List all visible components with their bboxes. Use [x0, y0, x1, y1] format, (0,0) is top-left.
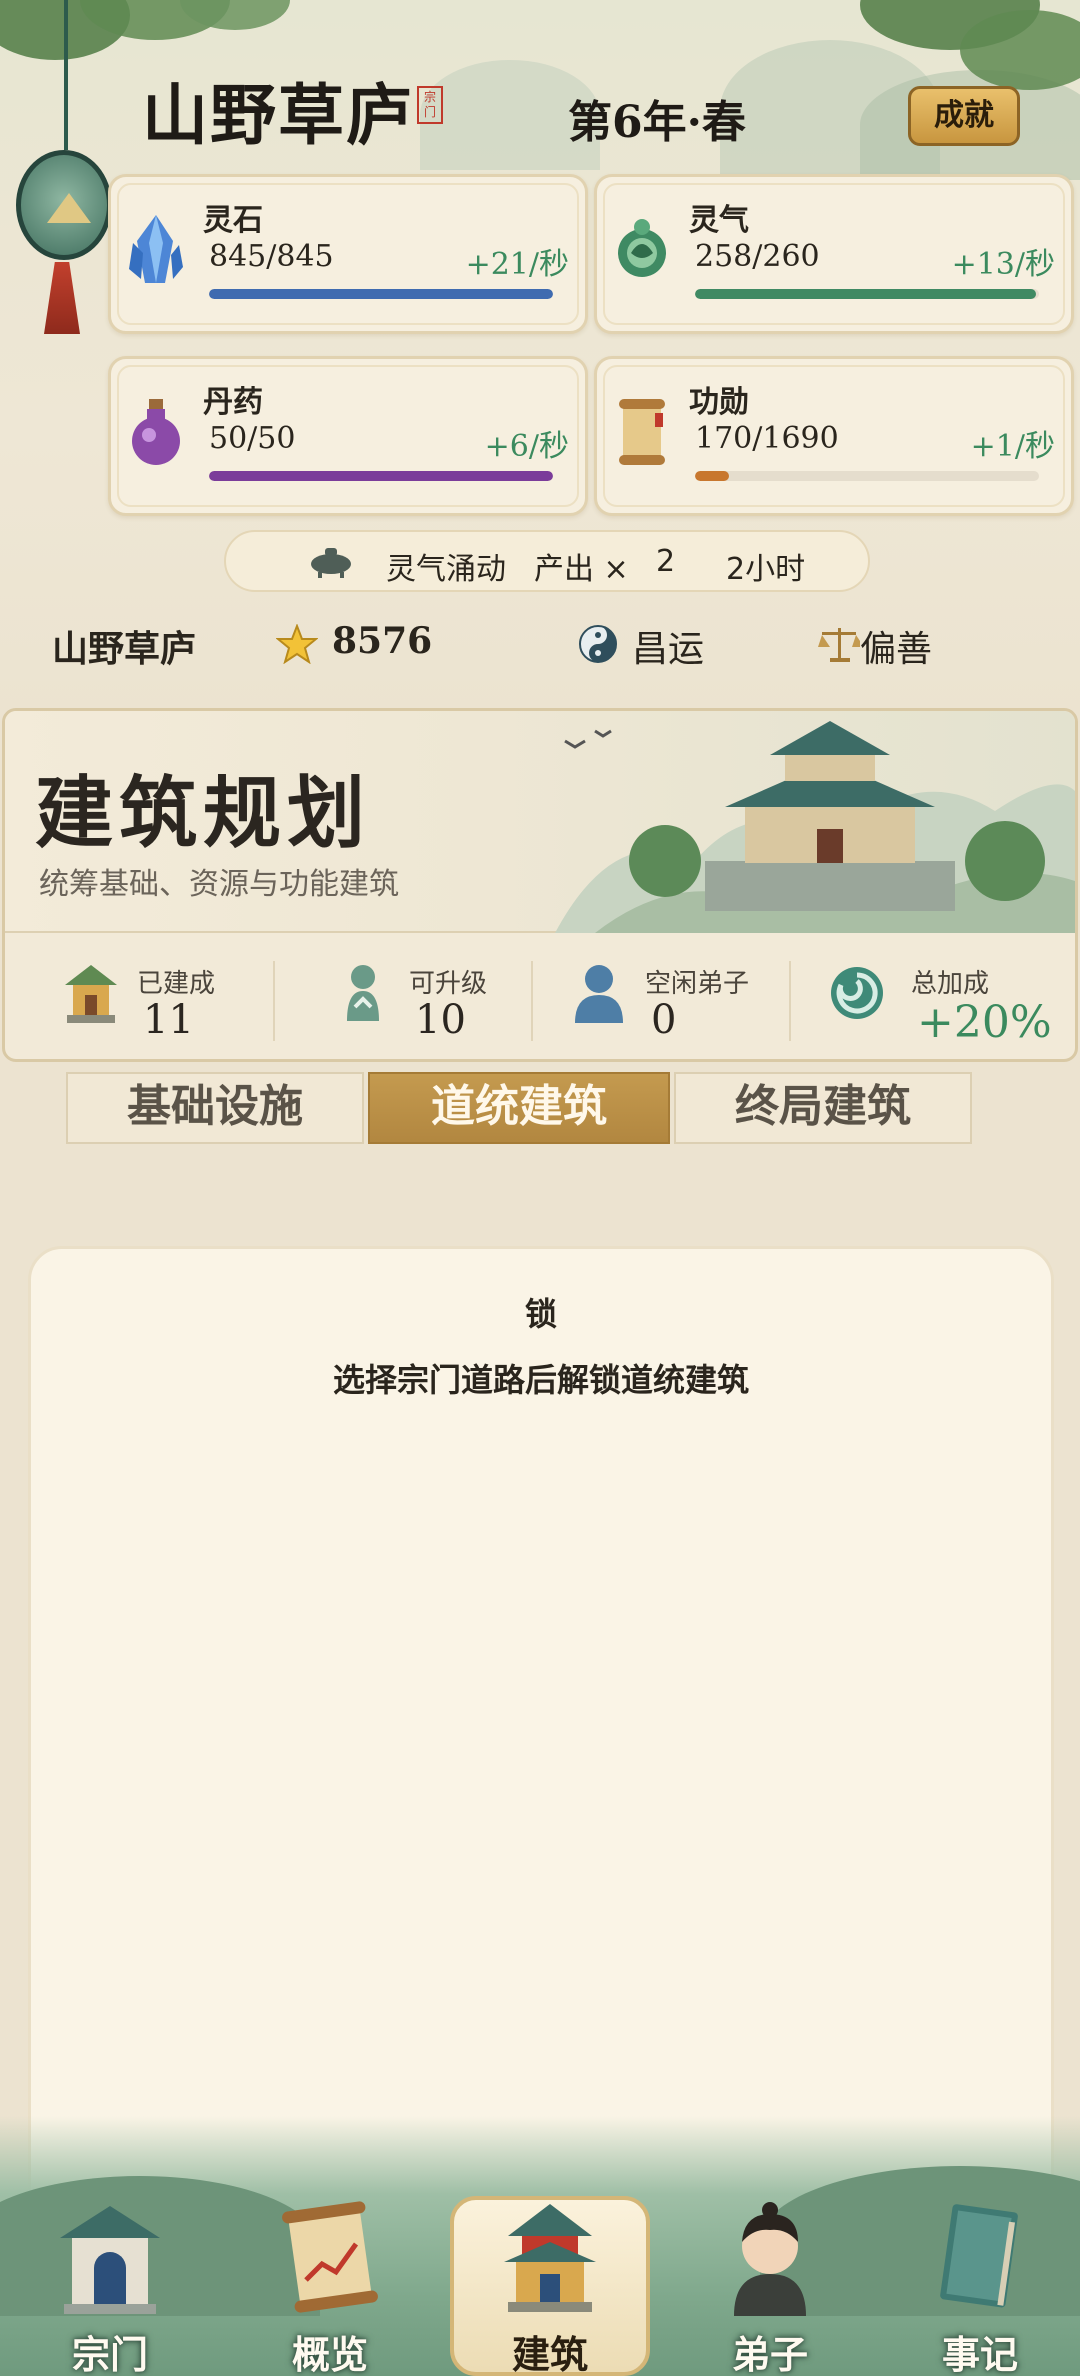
stat-value: +20%	[917, 997, 1052, 1048]
nav-chronicle[interactable]: 事记	[880, 2190, 1080, 2376]
achievement-button[interactable]: 成就	[908, 86, 1020, 146]
nav-buildings[interactable]: 建筑	[450, 2190, 650, 2376]
stat-value: 11	[143, 997, 194, 1043]
resource-rate: +21/秒	[465, 247, 569, 282]
scales-icon	[818, 628, 860, 662]
buff-name: 灵气涌动	[386, 552, 506, 587]
sect-score: 8576	[332, 620, 433, 662]
resource-card-pills[interactable]: 丹药 50/50 +6/秒	[108, 356, 588, 516]
resource-name: 灵石	[203, 203, 263, 238]
yin-yang-icon	[579, 625, 617, 663]
fortune-status: 昌运	[632, 629, 705, 670]
nav-label: 概览	[291, 2332, 368, 2376]
stat-label: 已建成	[137, 969, 216, 999]
buff-multiplier: 2	[656, 544, 676, 579]
stat-idle-disciples: 空闲弟子 0	[569, 945, 769, 1055]
banner-subtitle: 统筹基础、资源与功能建筑	[39, 867, 399, 902]
nav-sect[interactable]: 宗门	[10, 2190, 210, 2376]
qi-orb-icon	[618, 219, 666, 277]
resource-progress	[209, 289, 553, 299]
stat-value: 0	[651, 997, 677, 1043]
pavilion-icon	[65, 965, 117, 1023]
stat-total-bonus: 总加成 +20%	[827, 945, 1067, 1055]
resource-rate: +6/秒	[484, 429, 569, 464]
potion-icon	[132, 399, 180, 465]
sect-name: 山野草庐	[52, 629, 197, 670]
resource-name: 功勋	[689, 385, 749, 420]
tab-lineage-buildings[interactable]: 道统建筑	[368, 1072, 670, 1144]
nav-label: 事记	[941, 2332, 1018, 2376]
star-icon	[276, 624, 318, 664]
disciple-icon	[734, 2202, 806, 2316]
scroll-icon	[619, 399, 665, 465]
lock-title: 锁	[524, 1295, 557, 1333]
resource-progress	[695, 471, 1039, 481]
censer-icon	[311, 548, 351, 578]
upgrade-icon	[347, 965, 379, 1021]
stat-upgradable: 可升级 10	[333, 945, 533, 1055]
resource-rate: +1/秒	[970, 429, 1055, 464]
resource-amount: 258/260	[695, 239, 820, 274]
crystal-icon	[129, 215, 183, 283]
banner-title: 建筑规划	[35, 768, 372, 859]
active-buff[interactable]: 灵气涌动 产出 × 2 2小时	[224, 530, 870, 592]
stat-label: 总加成	[911, 969, 990, 999]
building-planning-banner: 建筑规划 统筹基础、资源与功能建筑 已建成 11 可升级 10 空闲弟子 0 总…	[2, 708, 1078, 1062]
year-season: 第6年·春	[568, 97, 746, 148]
content-panel: 锁 选择宗门道路后解锁道统建筑	[28, 1246, 1054, 2256]
nav-overview[interactable]: 概览	[230, 2190, 430, 2376]
resource-name: 灵气	[689, 203, 749, 238]
resource-name: 丹药	[203, 385, 263, 420]
resource-amount: 170/1690	[695, 421, 839, 456]
tab-basic-facilities[interactable]: 基础设施	[66, 1072, 364, 1144]
stat-label: 可升级	[409, 969, 488, 999]
buff-duration: 2小时	[726, 552, 806, 587]
nav-label: 宗门	[71, 2332, 148, 2376]
pagoda-icon	[504, 2204, 596, 2312]
resource-amount: 50/50	[209, 421, 296, 456]
sect-seal: 宗门	[417, 86, 443, 124]
resource-progress	[209, 471, 553, 481]
nav-label: 弟子	[731, 2332, 808, 2376]
resource-progress	[695, 289, 1039, 299]
sect-info-row: 山野草庐 8576 昌运 偏善	[0, 600, 1080, 690]
gate-icon	[60, 2206, 160, 2314]
stat-label: 空闲弟子	[645, 969, 750, 999]
jade-pendant-icon	[16, 150, 112, 260]
book-icon	[940, 2204, 1018, 2308]
resource-card-merit[interactable]: 功勋 170/1690 +1/秒	[594, 356, 1074, 516]
resource-amount: 845/845	[209, 239, 334, 274]
resource-card-spirit-stone[interactable]: 灵石 845/845 +21/秒	[108, 174, 588, 334]
sect-title: 山野草庐	[142, 76, 414, 154]
buff-effect: 产出 ×	[534, 552, 629, 587]
stat-value: 10	[415, 997, 466, 1043]
swirl-icon	[831, 967, 883, 1019]
tab-endgame-buildings[interactable]: 终局建筑	[674, 1072, 972, 1144]
person-icon	[575, 965, 623, 1023]
resource-rate: +13/秒	[951, 247, 1055, 282]
pendant-cord	[64, 0, 68, 150]
lock-message: 选择宗门道路后解锁道统建筑	[332, 1361, 749, 1399]
palace-illustration	[555, 721, 1075, 933]
stat-built: 已建成 11	[61, 945, 261, 1055]
nav-disciples[interactable]: 弟子	[670, 2190, 870, 2376]
resource-card-spirit-qi[interactable]: 灵气 258/260 +13/秒	[594, 174, 1074, 334]
nav-label: 建筑	[511, 2332, 588, 2376]
chart-scroll-icon	[282, 2201, 378, 2313]
alignment-status: 偏善	[860, 629, 933, 670]
